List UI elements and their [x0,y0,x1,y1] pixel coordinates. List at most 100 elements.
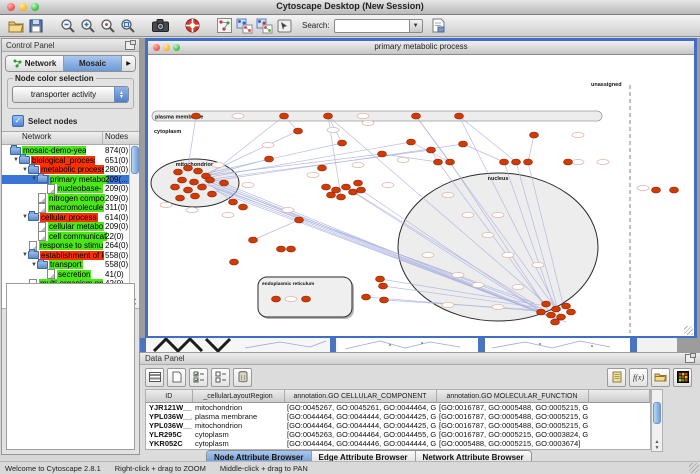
graph-node[interactable] [338,140,347,146]
table-scrollbar-arrows[interactable]: ▲▼ [652,439,662,451]
graph-node[interactable] [220,180,229,186]
tree-item-primary-metabo[interactable]: ▼primary metabo209(... [2,175,130,185]
graph-node[interactable] [362,294,371,300]
graph-node[interactable] [171,184,180,190]
graph-node[interactable] [379,283,388,289]
graph-node[interactable] [547,312,556,318]
graph-node[interactable] [434,159,443,165]
graph-node[interactable] [294,128,303,134]
window-resize-grip[interactable] [684,326,693,335]
search-config-icon[interactable] [429,16,449,35]
table-scrollbar-thumb[interactable] [653,402,661,424]
tree-header-network[interactable]: Network [2,132,103,144]
graph-node[interactable] [277,246,286,252]
tree-item-nitrogen-compo[interactable]: nitrogen compo209(0) [2,194,130,204]
graph-node[interactable] [551,319,560,325]
attribute-table-icon[interactable] [145,368,164,387]
function-builder-icon[interactable]: f(x) [629,368,648,387]
graph-node[interactable] [349,189,358,195]
graph-node[interactable] [530,132,539,138]
graph-node[interactable] [537,309,546,315]
unselect-attributes-icon[interactable] [211,368,230,387]
layout-network-icon[interactable] [214,16,234,35]
network-canvas[interactable]: plasma membranecytoplasmmitochondrionnuc… [148,55,694,336]
tree-item-metabolic-process[interactable]: ▼metabolic process280(0) [2,165,130,175]
graph-node[interactable] [337,194,346,200]
graph-node[interactable] [670,187,679,193]
network-overlay-icon-1[interactable] [234,16,254,35]
table-row[interactable]: YPL036W__1mitochondrion[GO:0044464, GO:0… [146,421,650,430]
heatmap-matrix-icon[interactable] [673,368,692,387]
network-overlay-icon-2[interactable] [254,16,274,35]
graph-node[interactable] [552,306,561,312]
tree-scrollbar-thumb[interactable] [131,146,139,174]
graph-node[interactable] [190,179,199,185]
graph-node[interactable] [295,217,304,223]
graph-node[interactable] [378,151,387,157]
tree-item-macromolecule[interactable]: macromolecule311(0) [2,203,130,213]
table-row[interactable]: YLR295Ccytoplasm[GO:0045263, GO:0044464,… [146,430,650,439]
new-attribute-icon[interactable] [167,368,186,387]
graph-node[interactable] [191,193,200,199]
column-header[interactable]: annotation.GO MOLECULAR_FUNCTION [436,390,588,403]
graph-node[interactable] [318,165,327,171]
graph-node[interactable] [194,168,203,174]
graph-node[interactable] [412,113,421,119]
graph-node[interactable] [206,177,215,183]
select-attributes-icon[interactable] [189,368,208,387]
graph-node[interactable] [229,199,238,205]
birds-eye-view[interactable] [6,283,135,450]
graph-node[interactable] [567,309,576,315]
graph-node[interactable] [557,314,566,320]
graph-node[interactable] [239,204,248,210]
table-row[interactable]: YKR052Ccytoplasm[GO:0044464, GO:0044446,… [146,439,650,448]
graph-node[interactable] [327,192,336,198]
graph-node[interactable] [287,246,296,252]
graph-node[interactable] [427,147,436,153]
graph-node[interactable] [302,296,311,302]
select-nodes-checkbox[interactable]: ✓ [12,115,24,127]
table-row[interactable]: YPL036W__2plasma membrane[GO:0044464, GO… [146,412,650,421]
network-window-titlebar[interactable]: primary metabolic process [148,41,694,55]
tree-item-response-to-stimul[interactable]: response to stimul264(0) [2,241,130,251]
graph-node[interactable] [562,303,571,309]
graph-node[interactable] [324,113,333,119]
graph-node[interactable] [192,113,201,119]
column-header[interactable]: annotation.GO CELLULAR_COMPONENT [284,390,436,403]
graph-node[interactable] [265,156,274,162]
more-tabs-arrow-icon[interactable]: ▶ [122,56,135,71]
tree-header-nodes[interactable]: Nodes [103,132,139,144]
tree-item-nucleobase[interactable]: nucleobase-209(0) [2,184,130,194]
graph-node[interactable] [564,159,573,165]
graph-node[interactable] [280,113,289,119]
tree-item-transport[interactable]: ▼transport558(0) [2,260,130,270]
graph-node[interactable] [176,195,185,201]
graph-node[interactable] [322,184,331,190]
graph-node[interactable] [380,297,389,303]
graph-node[interactable] [272,296,281,302]
zoom-selected-icon[interactable] [98,16,118,35]
graph-node[interactable] [184,187,193,193]
graph-node[interactable] [178,177,187,183]
graph-node[interactable] [230,259,239,265]
graph-node[interactable] [542,301,551,307]
tree-item-establishment-of-lo[interactable]: ▼establishment of lo558(0) [2,251,130,261]
data-panel-float-icon[interactable] [685,354,695,363]
graph-node[interactable] [249,237,258,243]
graph-node[interactable] [446,159,455,165]
graph-node[interactable] [455,113,464,119]
search-dropdown-arrow-icon[interactable]: ▼ [410,19,423,33]
graph-node[interactable] [354,180,363,186]
import-attributes-folder-icon[interactable] [651,368,670,387]
graph-node[interactable] [198,184,207,190]
graph-node[interactable] [652,187,661,193]
tab-network[interactable]: Network [6,56,64,71]
tree-item-secretion[interactable]: secretion41(0) [2,270,130,280]
graph-node[interactable] [208,191,217,197]
graph-node[interactable] [174,169,183,175]
search-combobox[interactable]: ▼ [334,19,423,33]
column-header[interactable]: ID [146,390,192,403]
graph-node[interactable] [357,187,366,193]
zoom-in-icon[interactable] [78,16,98,35]
vizmapper-icon[interactable] [274,16,294,35]
